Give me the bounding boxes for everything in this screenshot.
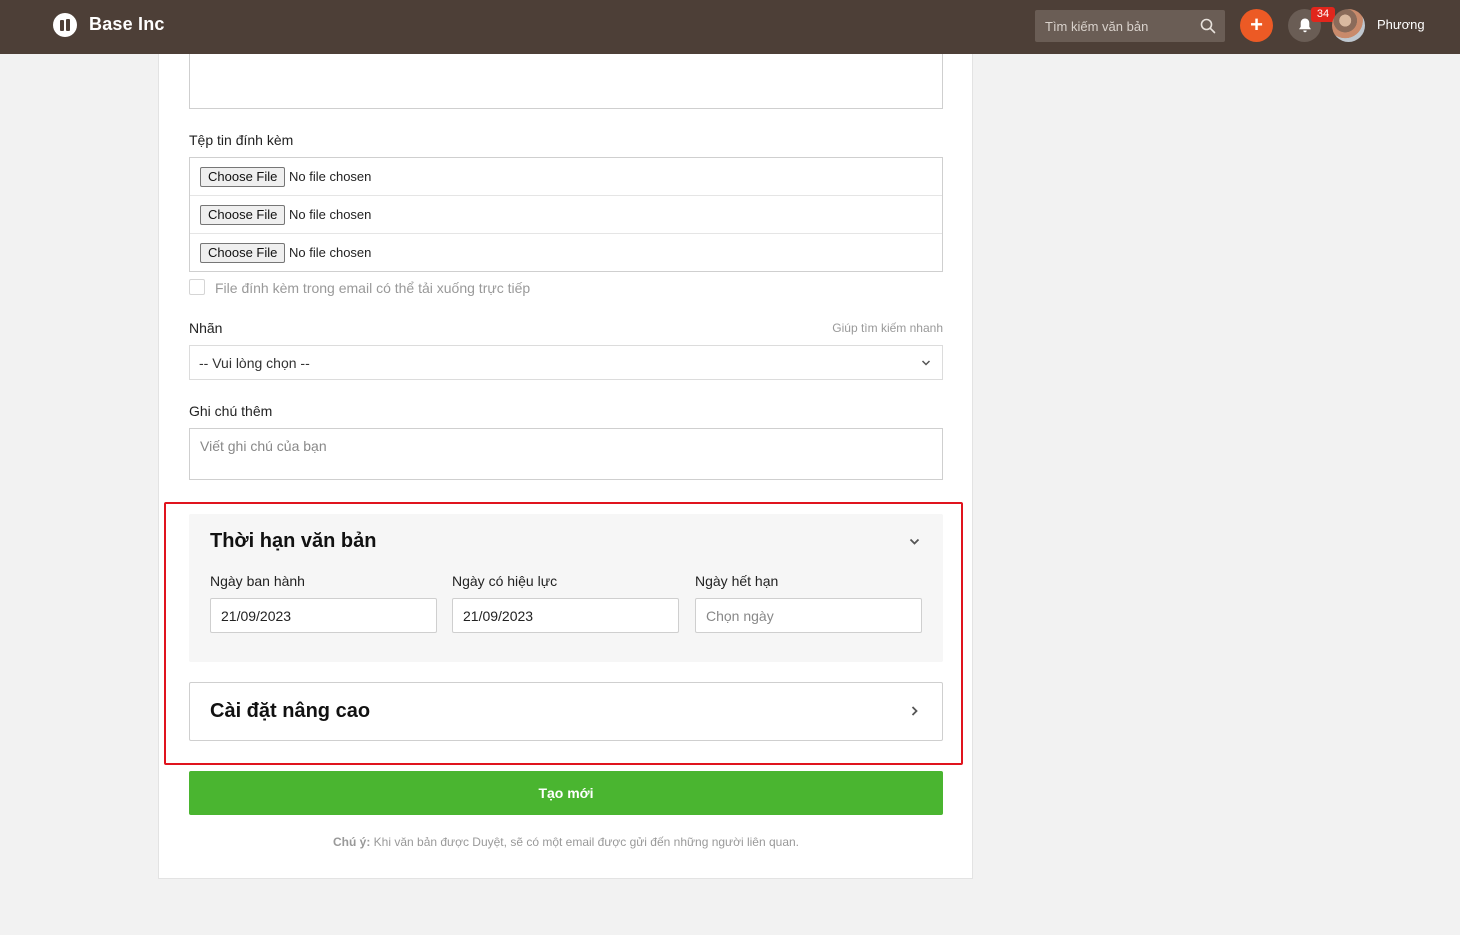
effective-date-label: Ngày có hiệu lực xyxy=(452,573,558,589)
choose-file-button[interactable]: Choose File xyxy=(200,167,286,187)
create-button[interactable]: Tạo mới xyxy=(189,771,943,815)
file-row: Choose File No file chosen xyxy=(190,158,942,196)
choose-file-button[interactable]: Choose File xyxy=(200,205,286,225)
chevron-down-icon[interactable] xyxy=(909,537,920,546)
issue-date-value: 21/09/2023 xyxy=(221,608,292,624)
issue-date-input[interactable]: 21/09/2023 xyxy=(210,598,437,633)
file-row: Choose File No file chosen xyxy=(190,234,942,272)
file-status: No file chosen xyxy=(289,207,372,222)
choose-file-button[interactable]: Choose File xyxy=(200,243,286,263)
chevron-down-icon xyxy=(921,360,931,366)
advanced-settings-panel[interactable]: Cài đặt nâng cao xyxy=(189,682,943,741)
attachments-label: Tệp tin đính kèm xyxy=(189,132,294,148)
effective-date-value: 21/09/2023 xyxy=(463,608,534,624)
top-navbar: Base Inc + 34 Phương xyxy=(0,0,1460,54)
file-row: Choose File No file chosen xyxy=(190,196,942,234)
content-textarea[interactable] xyxy=(189,54,943,109)
footer-note-prefix: Chú ý: xyxy=(332,835,371,849)
expiry-date-label: Ngày hết hạn xyxy=(695,573,779,589)
tags-label: Nhãn xyxy=(189,320,223,336)
search-box xyxy=(1035,10,1225,42)
direct-download-checkbox[interactable] xyxy=(189,279,205,295)
advanced-settings-title: Cài đặt nâng cao xyxy=(210,700,371,722)
tags-hint: Giúp tìm kiếm nhanh xyxy=(832,321,943,335)
create-new-button[interactable]: + xyxy=(1240,9,1273,42)
effective-date-input[interactable]: 21/09/2023 xyxy=(452,598,679,633)
tags-select-value: -- Vui lòng chọn -- xyxy=(199,355,310,371)
issue-date-label: Ngày ban hành xyxy=(210,573,305,589)
chevron-right-icon xyxy=(911,706,918,716)
base-logo-icon[interactable] xyxy=(53,13,77,37)
expiry-date-input[interactable]: Chọn ngày xyxy=(695,598,922,633)
footer-note: Chú ý: Khi văn bản được Duyệt, sẽ có một… xyxy=(0,835,1132,849)
search-input[interactable] xyxy=(1035,10,1195,42)
notes-placeholder: Viết ghi chú của bạn xyxy=(200,438,327,454)
footer-note-text: Khi văn bản được Duyệt, sẽ có một email … xyxy=(373,835,800,849)
user-name[interactable]: Phương xyxy=(1377,17,1425,32)
expiry-date-placeholder: Chọn ngày xyxy=(706,608,774,624)
notification-count-badge: 34 xyxy=(1311,7,1335,22)
direct-download-label[interactable]: File đính kèm trong email có thể tải xuố… xyxy=(215,280,530,296)
notes-textarea[interactable]: Viết ghi chú của bạn xyxy=(189,428,943,480)
file-status: No file chosen xyxy=(289,169,372,184)
search-icon[interactable] xyxy=(1200,18,1216,34)
deadline-title[interactable]: Thời hạn văn bản xyxy=(210,530,376,553)
attachments-list: Choose File No file chosen Choose File N… xyxy=(189,157,943,272)
tags-select[interactable]: -- Vui lòng chọn -- xyxy=(189,345,943,380)
notes-label: Ghi chú thêm xyxy=(189,403,273,419)
user-avatar[interactable] xyxy=(1332,9,1365,42)
brand-name[interactable]: Base Inc xyxy=(89,14,165,35)
file-status: No file chosen xyxy=(289,245,372,260)
